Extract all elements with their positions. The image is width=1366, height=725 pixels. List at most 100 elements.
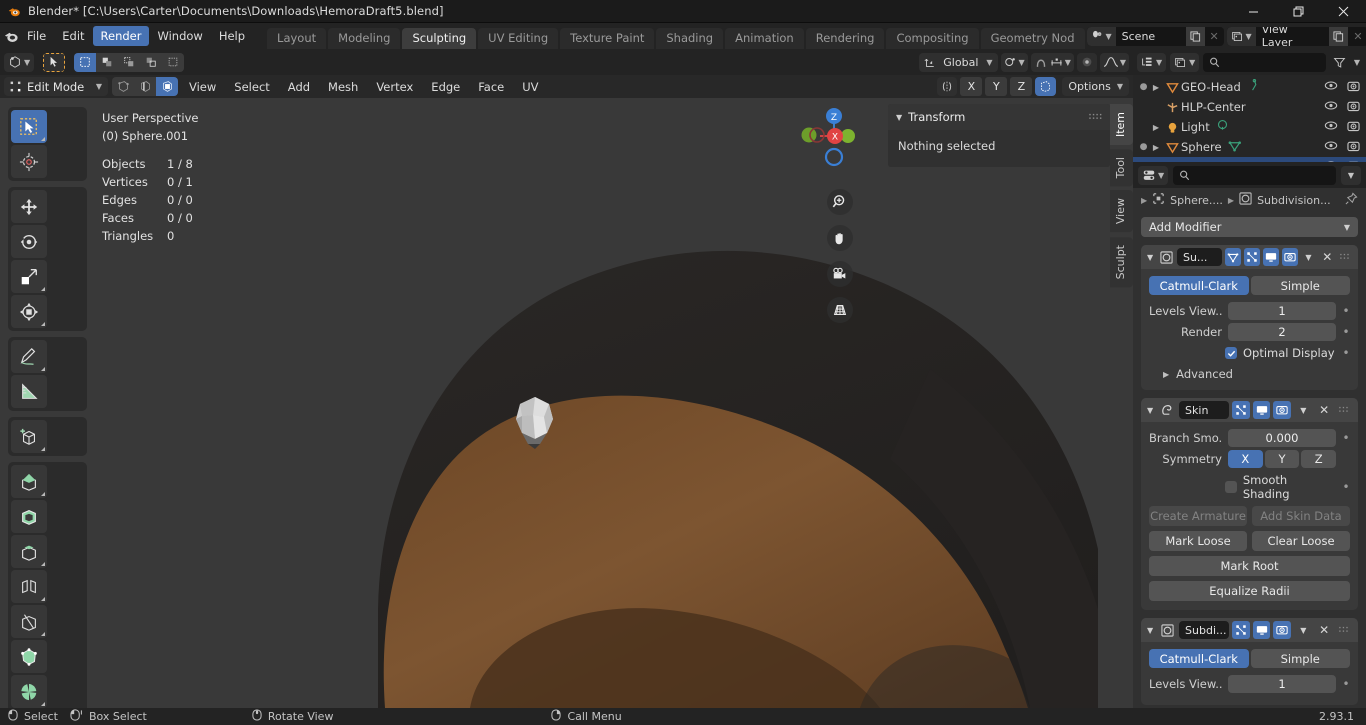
animate-property-dot[interactable]: • bbox=[1342, 678, 1350, 690]
proportional-editing-toggle[interactable] bbox=[1076, 52, 1097, 72]
menu-face[interactable]: Face bbox=[471, 78, 511, 96]
modifier-grip-icon[interactable] bbox=[1338, 248, 1354, 266]
close-button[interactable] bbox=[1321, 0, 1366, 23]
camera-render-icon[interactable] bbox=[1347, 120, 1360, 135]
field-value[interactable]: 1 bbox=[1228, 675, 1336, 693]
tool-poly-build[interactable] bbox=[11, 640, 47, 673]
workspace-tab-rendering[interactable]: Rendering bbox=[805, 28, 885, 49]
menu-render[interactable]: Render bbox=[92, 26, 150, 46]
minimize-button[interactable] bbox=[1231, 0, 1276, 23]
edit-mode-icon[interactable] bbox=[1231, 401, 1250, 419]
outliner-filter-chevron-icon[interactable]: ▼ bbox=[1354, 58, 1362, 67]
workspace-tab-compositing[interactable]: Compositing bbox=[886, 28, 979, 49]
modifier-delete-icon[interactable]: ✕ bbox=[1315, 401, 1333, 419]
tool-annotate[interactable] bbox=[11, 340, 47, 373]
workspace-tab-geometry-nodes[interactable]: Geometry Nod bbox=[980, 28, 1085, 49]
realtime-icon[interactable] bbox=[1252, 621, 1271, 639]
field-value[interactable]: 2 bbox=[1228, 323, 1336, 341]
equalize-radii-button[interactable]: Equalize Radii bbox=[1149, 581, 1350, 601]
clear-loose-button[interactable]: Clear Loose bbox=[1252, 531, 1350, 551]
modifier-delete-icon[interactable]: ✕ bbox=[1319, 248, 1335, 266]
checkbox-smooth-shading[interactable]: Smooth Shading • bbox=[1149, 473, 1350, 501]
field-value[interactable]: 1 bbox=[1228, 302, 1336, 320]
modifier-extras-chevron-icon[interactable]: ▼ bbox=[1294, 621, 1312, 639]
mark-root-button[interactable]: Mark Root bbox=[1149, 556, 1350, 576]
sidebar-tab-tool[interactable]: Tool bbox=[1110, 149, 1133, 187]
workspace-tab-texture-paint[interactable]: Texture Paint bbox=[560, 28, 655, 49]
outliner-row-sphere[interactable]: ● ▶ Sphere bbox=[1133, 137, 1366, 157]
menu-uv[interactable]: UV bbox=[515, 78, 545, 96]
segment-simple[interactable]: Simple bbox=[1250, 276, 1350, 295]
render-icon[interactable] bbox=[1273, 621, 1292, 639]
sphere-object[interactable] bbox=[500, 389, 570, 459]
checkbox-icon[interactable] bbox=[1225, 347, 1237, 359]
checkbox-icon[interactable] bbox=[1225, 481, 1237, 493]
eye-icon[interactable] bbox=[1324, 80, 1338, 94]
mark-loose-button[interactable]: Mark Loose bbox=[1149, 531, 1247, 551]
disclosure-arrow-icon[interactable]: ▶ bbox=[1149, 143, 1163, 152]
options-dropdown[interactable]: Options ▼ bbox=[1062, 77, 1129, 96]
camera-render-icon[interactable] bbox=[1347, 100, 1360, 115]
modifier-grip-icon[interactable] bbox=[1336, 401, 1354, 419]
perspective-grid-icon[interactable] bbox=[827, 297, 853, 323]
tweak-select-icon[interactable] bbox=[43, 52, 66, 72]
sidebar-tab-view[interactable]: View bbox=[1110, 190, 1133, 233]
modifier-name-field[interactable]: Skin bbox=[1179, 401, 1229, 419]
modifier-extras-chevron-icon[interactable]: ▼ bbox=[1301, 248, 1317, 266]
edge-select-icon[interactable] bbox=[134, 77, 156, 96]
tool-loop-cut[interactable] bbox=[11, 570, 47, 603]
menu-add[interactable]: Add bbox=[281, 78, 317, 96]
proportional-falloff-selector[interactable]: ▼ bbox=[1099, 52, 1129, 72]
workspace-tab-uv-editing[interactable]: UV Editing bbox=[478, 28, 559, 49]
transform-orientation-selector[interactable]: Global ▼ bbox=[919, 52, 998, 72]
outliner-row-geo-head[interactable]: ● ▶ GEO-Head bbox=[1133, 77, 1366, 97]
camera-render-icon[interactable] bbox=[1347, 80, 1360, 95]
pivot-point-selector[interactable]: ▼ bbox=[1000, 52, 1028, 72]
camera-render-icon[interactable] bbox=[1347, 140, 1360, 155]
render-icon[interactable] bbox=[1281, 248, 1298, 266]
mirror-x-toggle[interactable]: X bbox=[960, 77, 983, 96]
tool-knife[interactable] bbox=[11, 605, 47, 638]
mirror-icon[interactable] bbox=[937, 77, 958, 96]
editor-type-selector[interactable]: ▼ bbox=[4, 52, 35, 72]
render-icon[interactable] bbox=[1273, 401, 1292, 419]
breadcrumb-modifier[interactable]: Subdivision... bbox=[1257, 194, 1331, 207]
modifier-name-field[interactable]: Subdi... bbox=[1179, 621, 1229, 639]
chevron-down-icon[interactable]: ▼ bbox=[1145, 626, 1155, 635]
tool-cursor[interactable] bbox=[11, 145, 47, 178]
workspace-tab-modeling[interactable]: Modeling bbox=[328, 28, 401, 49]
xray-toggle[interactable] bbox=[1035, 77, 1057, 96]
checkbox-optimal-display[interactable]: Optimal Display • bbox=[1149, 346, 1350, 360]
tool-add-cube[interactable] bbox=[11, 420, 47, 453]
menu-vertex[interactable]: Vertex bbox=[369, 78, 420, 96]
hand-icon[interactable] bbox=[827, 225, 853, 251]
workspace-tab-layout[interactable]: Layout bbox=[267, 28, 327, 49]
add-skin-data-button[interactable]: Add Skin Data bbox=[1252, 506, 1350, 526]
workspace-tab-sculpting[interactable]: Sculpting bbox=[402, 28, 477, 49]
breadcrumb-object[interactable]: Sphere.... bbox=[1170, 194, 1223, 207]
mesh-select-mode-group[interactable] bbox=[112, 77, 178, 96]
select-extend-icon[interactable] bbox=[96, 52, 119, 72]
face-select-icon[interactable] bbox=[156, 77, 178, 96]
select-mode-group[interactable] bbox=[74, 52, 185, 72]
outliner-row-hlp-center[interactable]: HLP-Center bbox=[1133, 97, 1366, 117]
tool-inset-faces[interactable] bbox=[11, 500, 47, 533]
chevron-down-icon[interactable]: ▼ bbox=[1145, 253, 1155, 262]
viewlayer-selector[interactable]: ▼ View Layer ✕ bbox=[1226, 26, 1366, 46]
outliner-filter-icon[interactable] bbox=[1330, 53, 1350, 72]
tool-bevel[interactable] bbox=[11, 535, 47, 568]
interaction-mode-selector[interactable]: Edit Mode ▼ bbox=[4, 77, 108, 96]
maximize-button[interactable] bbox=[1276, 0, 1321, 23]
tool-measure[interactable] bbox=[11, 375, 47, 408]
tool-spin[interactable] bbox=[11, 675, 47, 708]
properties-editor-type-icon[interactable]: ▼ bbox=[1138, 165, 1169, 185]
menu-window[interactable]: Window bbox=[149, 26, 210, 46]
modifier-name-field[interactable]: Su... bbox=[1176, 248, 1223, 266]
viewlayer-delete-button[interactable]: ✕ bbox=[1348, 27, 1366, 46]
workspace-tab-animation[interactable]: Animation bbox=[725, 28, 804, 49]
properties-options-chevron-icon[interactable]: ▼ bbox=[1341, 165, 1361, 185]
modifier-header[interactable]: ▼ Skin ▼ ✕ bbox=[1141, 398, 1358, 422]
select-intersect-icon[interactable] bbox=[140, 52, 163, 72]
modifier-grip-icon[interactable] bbox=[1336, 621, 1354, 639]
field-value[interactable]: 0.000 bbox=[1228, 429, 1336, 447]
